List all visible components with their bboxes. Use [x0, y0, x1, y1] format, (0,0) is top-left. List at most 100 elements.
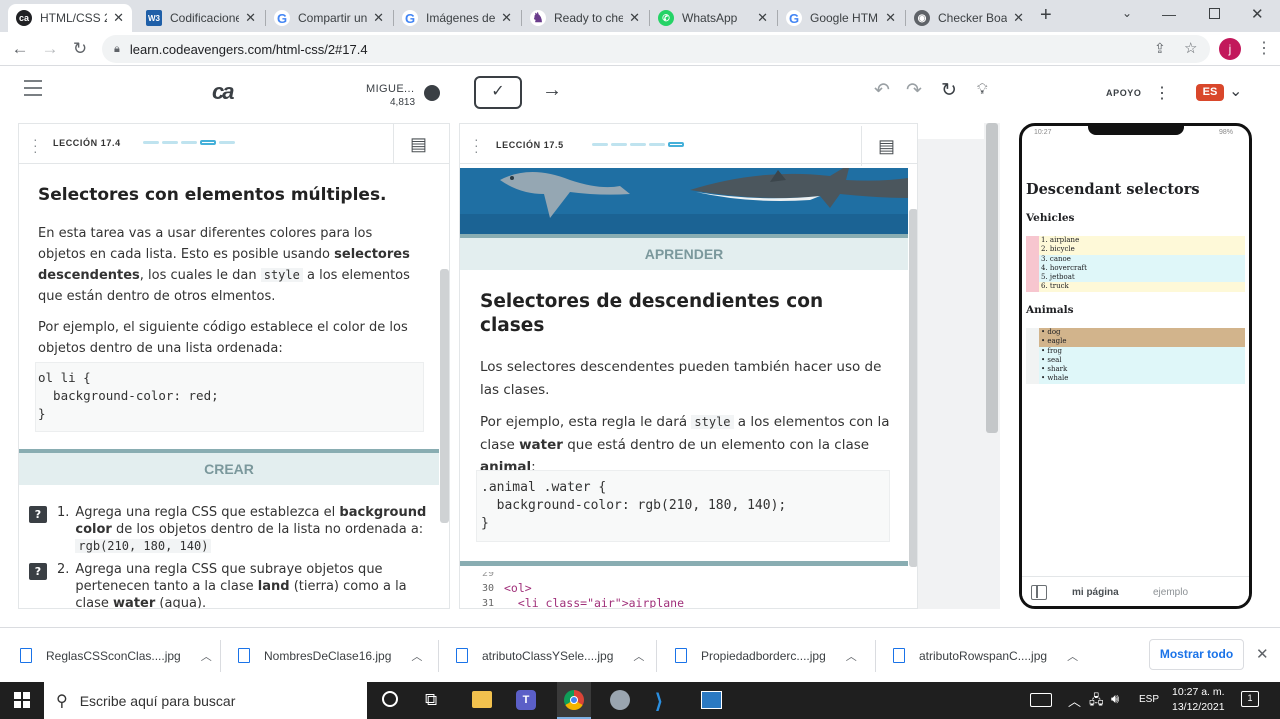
hint-lightbulb-icon[interactable]: 💡︎ — [977, 81, 988, 98]
tab-example[interactable]: ejemplo — [1153, 587, 1188, 598]
list-item: • seal — [1039, 355, 1245, 366]
hamburger-menu-icon[interactable] — [24, 80, 42, 96]
vscode-icon[interactable]: ⟩ — [655, 689, 663, 714]
close-downloads-icon[interactable]: ✕ — [1256, 645, 1269, 663]
language-badge[interactable]: ES — [1196, 84, 1224, 101]
user-avatar-icon[interactable] — [424, 85, 440, 101]
lesson-panel-17-4: · · · LECCIÓN 17.4 ▤ Selectores con elemen… — [18, 123, 450, 609]
notifications-icon[interactable]: 1 — [1241, 691, 1259, 707]
show-all-downloads-button[interactable]: Mostrar todo — [1149, 639, 1244, 670]
tab-html-css[interactable]: ca HTML/CSS 2. ✕ — [8, 4, 132, 32]
language-chevron-icon[interactable]: ⌄ — [1229, 81, 1242, 101]
code-editor[interactable]: 29 30 <ol> 31 <li class="air">airplane — [460, 572, 908, 608]
google-favicon-icon: G — [786, 10, 802, 26]
chevron-up-icon[interactable]: ︿ — [201, 648, 212, 664]
download-item[interactable]: NombresDeClase16.jpg ︿ — [238, 628, 422, 683]
close-tab-icon[interactable]: ✕ — [501, 10, 512, 26]
lesson-progress — [143, 140, 235, 145]
forward-icon[interactable]: → — [40, 39, 60, 59]
support-link[interactable]: APOYO — [1106, 88, 1142, 98]
keyboard-icon[interactable] — [1030, 693, 1052, 707]
download-item[interactable]: atributoClassYSele....jpg ︿ — [456, 628, 644, 683]
split-view-icon[interactable] — [1031, 585, 1047, 600]
chevron-up-icon[interactable]: ︿ — [633, 648, 644, 664]
tab-google-html[interactable]: G Google HTML ✕ — [778, 4, 904, 32]
browser-menu-icon[interactable]: ⋮ — [1256, 38, 1272, 58]
task-view-icon[interactable]: ⧉ — [425, 690, 437, 710]
close-tab-icon[interactable]: ✕ — [757, 10, 768, 26]
tab-label: Checker Boar — [938, 11, 1008, 25]
back-icon[interactable]: ← — [10, 39, 30, 59]
notes-icon[interactable]: ▤ — [393, 124, 443, 164]
browser-tab-strip: ca HTML/CSS 2. ✕ W3 Codificacione ✕ G Co… — [0, 0, 1280, 32]
profile-avatar[interactable]: j — [1219, 38, 1241, 60]
close-tab-icon[interactable]: ✕ — [885, 10, 896, 26]
address-bar[interactable]: 🔒︎ learn.codeavengers.com/html-css/2#17.… — [102, 35, 1210, 63]
notes-icon[interactable]: ▤ — [861, 126, 911, 166]
check-answer-button[interactable]: ✓ — [474, 76, 522, 109]
undo-icon[interactable]: ↶ — [874, 79, 890, 102]
close-window-icon[interactable]: ✕ — [1251, 5, 1264, 23]
tab-my-page[interactable]: mi página — [1072, 587, 1119, 598]
chevron-up-icon[interactable]: ︿ — [846, 648, 857, 664]
app-icon[interactable] — [610, 690, 630, 710]
taskbar-search[interactable]: ⚲ Escribe aquí para buscar — [44, 682, 367, 719]
image-file-icon — [238, 648, 250, 663]
teams-icon[interactable]: T — [516, 690, 536, 710]
restore-window-icon[interactable] — [1209, 8, 1220, 19]
reload-icon[interactable]: ↻ — [70, 39, 90, 59]
image-file-icon — [456, 648, 468, 663]
download-item[interactable]: atributoRowspanC....jpg ︿ — [893, 628, 1078, 683]
close-tab-icon[interactable]: ✕ — [373, 10, 384, 26]
cortana-icon[interactable] — [382, 691, 398, 707]
google-favicon-icon: G — [274, 10, 290, 26]
taskbar-clock[interactable]: 10:27 a. m. 13/12/2021 — [1172, 686, 1225, 713]
chevron-up-icon[interactable]: ︿ — [411, 648, 422, 664]
list-item: • eagle — [1039, 337, 1245, 347]
help-question-icon[interactable]: ? — [29, 506, 47, 523]
bookmark-star-icon[interactable]: ☆ — [1184, 39, 1197, 57]
tab-checker-board[interactable]: ◉ Checker Boar ✕ — [906, 4, 1032, 32]
tab-ready-to-check[interactable]: ♞ Ready to che ✕ — [522, 4, 648, 32]
drag-handle-icon[interactable]: · · · — [33, 132, 38, 158]
new-tab-icon[interactable]: + — [1040, 4, 1052, 27]
redo-icon[interactable]: ↷ — [906, 79, 922, 102]
next-arrow-icon[interactable]: → — [542, 79, 562, 102]
refresh-preview-icon[interactable]: ↻ — [941, 79, 957, 102]
list-item: 6. truck — [1039, 282, 1245, 292]
tab-label: WhatsApp — [682, 11, 738, 25]
file-explorer-icon[interactable] — [472, 691, 492, 708]
show-hidden-icons-icon[interactable]: ︿ — [1068, 691, 1081, 710]
network-icon[interactable]: 🖧︎ — [1089, 691, 1104, 713]
help-question-icon[interactable]: ? — [29, 563, 47, 580]
drag-handle-icon[interactable]: · · · — [474, 132, 479, 158]
volume-icon[interactable]: 🔊︎ — [1111, 691, 1119, 707]
download-item[interactable]: ReglasCSSconClas....jpg ︿ — [20, 628, 212, 683]
image-file-icon — [675, 648, 687, 663]
minimize-window-icon[interactable]: — — [1162, 6, 1176, 22]
tab-compartir[interactable]: G Compartir un ✕ — [266, 4, 392, 32]
input-language[interactable]: ESP — [1139, 694, 1159, 705]
chrome-taskbar-button[interactable] — [557, 682, 591, 719]
more-options-icon[interactable]: ⋮ — [1154, 83, 1170, 103]
close-tab-icon[interactable]: ✕ — [113, 10, 124, 26]
chevron-up-icon[interactable]: ︿ — [1067, 648, 1078, 664]
list-item: • shark — [1039, 365, 1245, 375]
tab-search-chevron-icon[interactable]: ⌄ — [1122, 6, 1132, 20]
editor-scrollbar[interactable] — [986, 123, 998, 433]
learn-section-header: APRENDER — [460, 234, 908, 270]
tab-whatsapp[interactable]: ✆ WhatsApp ✕ — [650, 4, 776, 32]
close-tab-icon[interactable]: ✕ — [1013, 10, 1024, 26]
close-tab-icon[interactable]: ✕ — [245, 10, 256, 26]
share-icon[interactable]: ⇪ — [1154, 40, 1166, 57]
tab-codificaciones[interactable]: W3 Codificacione ✕ — [138, 4, 264, 32]
photos-icon[interactable] — [701, 691, 722, 709]
close-tab-icon[interactable]: ✕ — [629, 10, 640, 26]
download-item[interactable]: Propiedadborderc....jpg ︿ — [675, 628, 857, 683]
tab-imagenes[interactable]: G Imágenes de ✕ — [394, 4, 520, 32]
windows-start-icon[interactable] — [14, 692, 30, 708]
panel-scrollbar[interactable] — [440, 269, 449, 523]
panel-scrollbar[interactable] — [909, 209, 917, 567]
codeavengers-logo[interactable]: ca — [212, 79, 235, 105]
tab-label: Ready to che — [554, 11, 624, 25]
